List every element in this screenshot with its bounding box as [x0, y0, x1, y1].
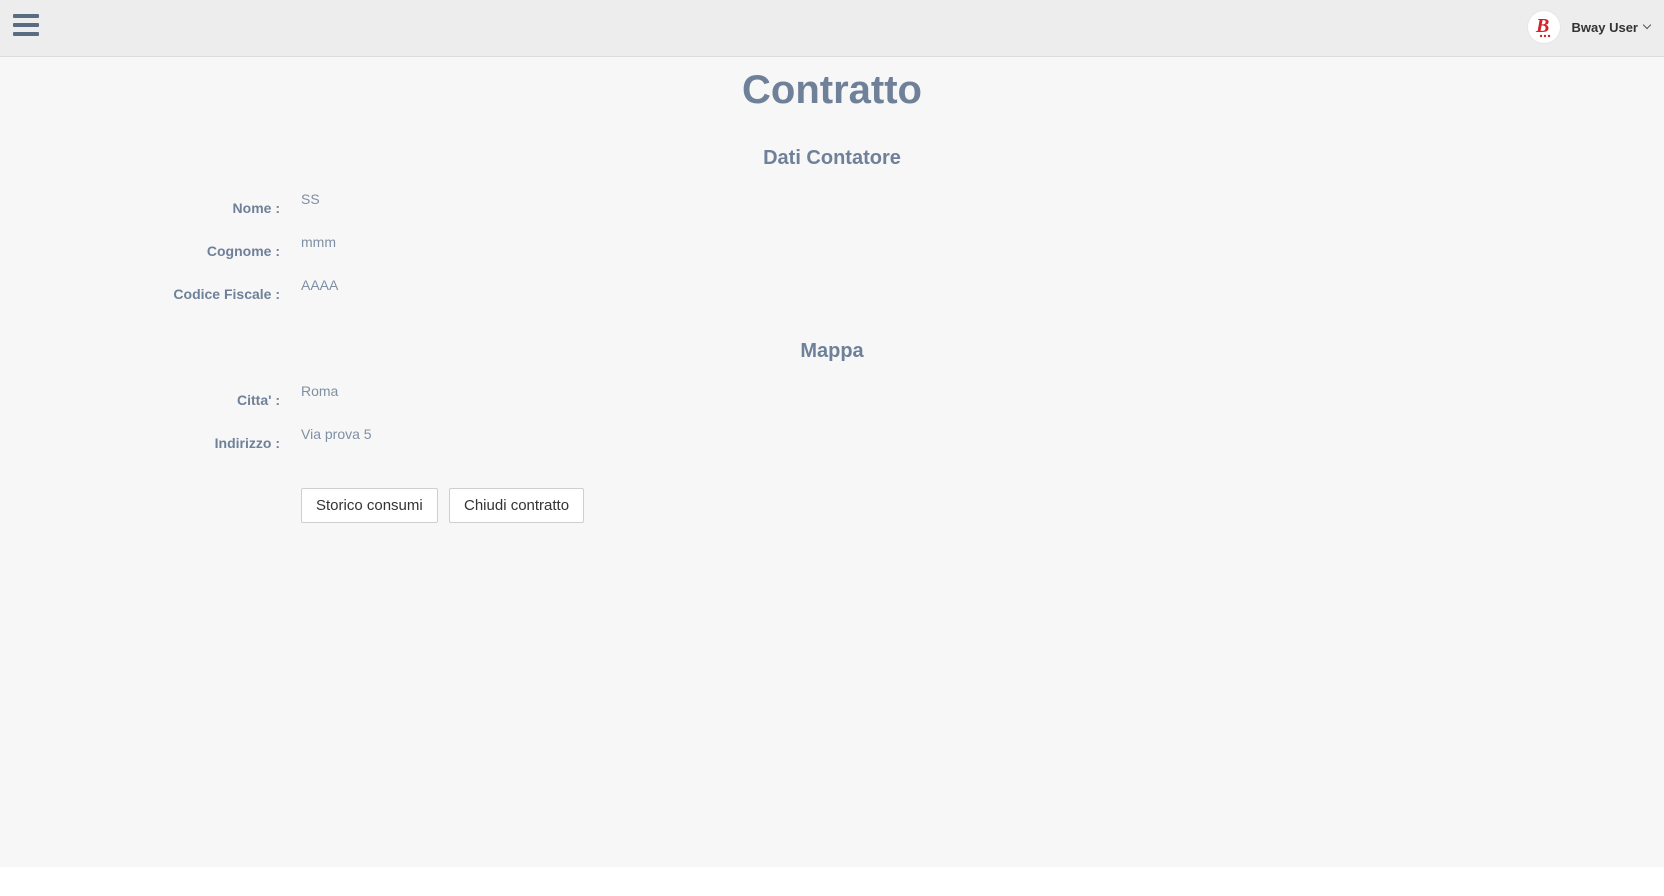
chiudi-contratto-button[interactable]: Chiudi contratto [449, 488, 585, 523]
field-label-citta: Citta' : [237, 392, 280, 408]
field-value-codice-fiscale: AAAA [301, 277, 339, 293]
hamburger-menu-icon[interactable] [13, 14, 39, 37]
field-value-citta: Roma [301, 383, 339, 399]
field-label-indirizzo: Indirizzo : [214, 435, 280, 451]
brand-logo-icon: B [1535, 15, 1550, 38]
field-value-nome: SS [301, 191, 320, 207]
user-avatar: B [1527, 11, 1560, 43]
section-title-mappa: Mappa [800, 340, 864, 362]
svg-text:B: B [1535, 15, 1549, 37]
field-label-cognome: Cognome : [206, 243, 280, 259]
field-label-codice-fiscale: Codice Fiscale : [173, 286, 280, 302]
page-title: Contratto [742, 68, 922, 112]
user-name[interactable]: Bway User [1572, 20, 1638, 35]
user-menu[interactable]: B Bway User [1527, 10, 1652, 44]
page-bottom-strip [0, 867, 1664, 896]
field-label-nome: Nome : [232, 200, 280, 216]
storico-consumi-button[interactable]: Storico consumi [301, 488, 438, 523]
field-value-indirizzo: Via prova 5 [301, 426, 372, 442]
section-title-dati-contatore: Dati Contatore [763, 147, 901, 169]
main-content: Contratto Dati Contatore Nome : SS Cogno… [0, 57, 1664, 867]
field-value-cognome: mmm [301, 234, 336, 250]
chevron-down-icon[interactable] [1642, 20, 1652, 30]
top-navbar: B Bway User [0, 0, 1664, 57]
